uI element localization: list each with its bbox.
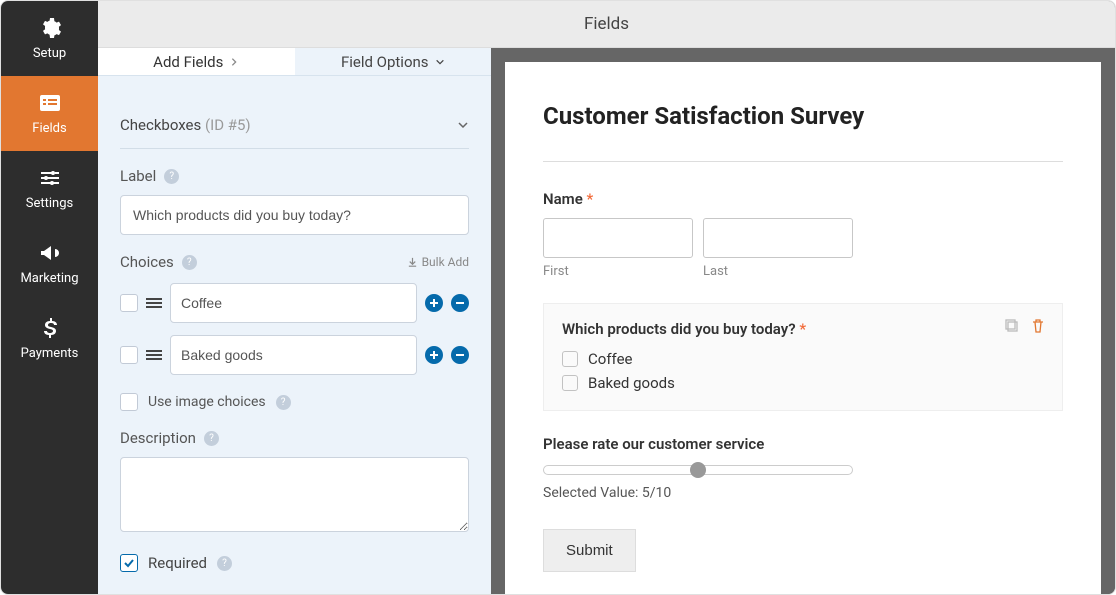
required-indicator: * (587, 190, 594, 208)
form-title: Customer Satisfaction Survey (543, 102, 1063, 131)
sidebar-item-settings[interactable]: Settings (1, 151, 98, 226)
add-choice-button[interactable] (425, 346, 443, 364)
checkbox-field-preview[interactable]: Which products did you buy today? * Coff… (543, 303, 1063, 411)
sidebar: Setup Fields Settings Marketing Payments (1, 1, 98, 594)
chevron-down-icon (457, 119, 469, 131)
first-name-input[interactable] (543, 218, 693, 258)
sidebar-label-fields: Fields (32, 121, 66, 136)
duplicate-icon[interactable] (1004, 318, 1020, 334)
help-icon[interactable]: ? (204, 431, 219, 446)
remove-choice-button[interactable] (451, 346, 469, 364)
sidebar-label-settings: Settings (26, 196, 73, 211)
label-input[interactable] (120, 195, 469, 235)
drag-handle-icon[interactable] (146, 298, 162, 308)
name-field: Name * First Last (543, 190, 1063, 279)
choice-input[interactable] (170, 283, 417, 323)
description-textarea[interactable] (120, 457, 469, 532)
choice-default-checkbox[interactable] (120, 294, 138, 312)
slider-field: Please rate our customer service Selecte… (543, 435, 1063, 501)
label-field-label: Label ? (120, 167, 469, 185)
form-preview-panel: Customer Satisfaction Survey Name * Firs… (491, 48, 1115, 594)
bullhorn-icon (38, 241, 62, 265)
choices-header: Choices ? Bulk Add (120, 253, 469, 271)
help-icon[interactable]: ? (217, 556, 232, 571)
remove-choice-button[interactable] (451, 294, 469, 312)
choice-input[interactable] (170, 335, 417, 375)
main: Fields Add Fields Field Options (98, 1, 1115, 594)
tab-field-options-label: Field Options (341, 53, 429, 71)
choice-row (120, 283, 469, 323)
dollar-icon (38, 316, 62, 340)
app-root: Setup Fields Settings Marketing Payments (0, 0, 1116, 595)
checkbox-option[interactable]: Coffee (562, 350, 1044, 368)
field-actions (1004, 318, 1046, 334)
panel-body: Checkboxes (ID #5) Label ? Choices ? (98, 76, 491, 594)
tab-field-options[interactable]: Field Options (295, 48, 492, 76)
field-options-panel: Add Fields Field Options Checkboxes (ID … (98, 48, 491, 594)
chevron-down-icon (435, 57, 445, 67)
download-icon (407, 257, 418, 268)
required-checkbox[interactable] (120, 554, 138, 572)
checkbox-input[interactable] (562, 375, 578, 391)
list-icon (38, 91, 62, 115)
submit-button[interactable]: Submit (543, 529, 636, 572)
add-choice-button[interactable] (425, 294, 443, 312)
bulk-add-button[interactable]: Bulk Add (407, 255, 469, 269)
gear-icon (38, 16, 62, 40)
image-choices-toggle: Use image choices ? (120, 393, 469, 411)
slider-track[interactable] (543, 465, 853, 475)
last-name-input[interactable] (703, 218, 853, 258)
help-icon[interactable]: ? (276, 395, 291, 410)
sidebar-item-fields[interactable]: Fields (1, 76, 98, 151)
tab-add-fields-label: Add Fields (153, 53, 223, 71)
top-header: Fields (98, 1, 1115, 48)
name-label: Name * (543, 190, 1063, 208)
checkbox-field-label: Which products did you buy today? * (562, 320, 1044, 338)
sidebar-item-setup[interactable]: Setup (1, 1, 98, 76)
sliders-icon (38, 166, 62, 190)
help-icon[interactable]: ? (182, 255, 197, 270)
image-choices-checkbox[interactable] (120, 393, 138, 411)
chevron-right-icon (229, 57, 239, 67)
sidebar-item-marketing[interactable]: Marketing (1, 226, 98, 301)
slider-value-text: Selected Value: 5/10 (543, 485, 1063, 501)
divider (543, 161, 1063, 162)
trash-icon[interactable] (1030, 318, 1046, 334)
choice-default-checkbox[interactable] (120, 346, 138, 364)
last-name-sublabel: Last (703, 264, 853, 279)
slider-label: Please rate our customer service (543, 435, 1063, 453)
content: Add Fields Field Options Checkboxes (ID … (98, 48, 1115, 594)
description-label: Description ? (120, 429, 469, 447)
sidebar-item-payments[interactable]: Payments (1, 301, 98, 376)
field-section-head[interactable]: Checkboxes (ID #5) (120, 98, 469, 149)
sidebar-label-marketing: Marketing (20, 271, 78, 286)
slider-handle[interactable] (690, 462, 706, 478)
tab-add-fields[interactable]: Add Fields (98, 48, 295, 76)
panel-tabs: Add Fields Field Options (98, 48, 491, 76)
drag-handle-icon[interactable] (146, 350, 162, 360)
first-name-sublabel: First (543, 264, 693, 279)
form-preview: Customer Satisfaction Survey Name * Firs… (505, 62, 1101, 594)
required-indicator: * (799, 320, 806, 338)
help-icon[interactable]: ? (164, 169, 179, 184)
checkbox-input[interactable] (562, 351, 578, 367)
page-title: Fields (584, 14, 629, 34)
checkbox-option[interactable]: Baked goods (562, 374, 1044, 392)
required-row: Required ? (120, 554, 469, 572)
field-type-label: Checkboxes (ID #5) (120, 116, 251, 134)
sidebar-label-payments: Payments (21, 346, 79, 361)
sidebar-label-setup: Setup (33, 46, 66, 61)
choice-row (120, 335, 469, 375)
